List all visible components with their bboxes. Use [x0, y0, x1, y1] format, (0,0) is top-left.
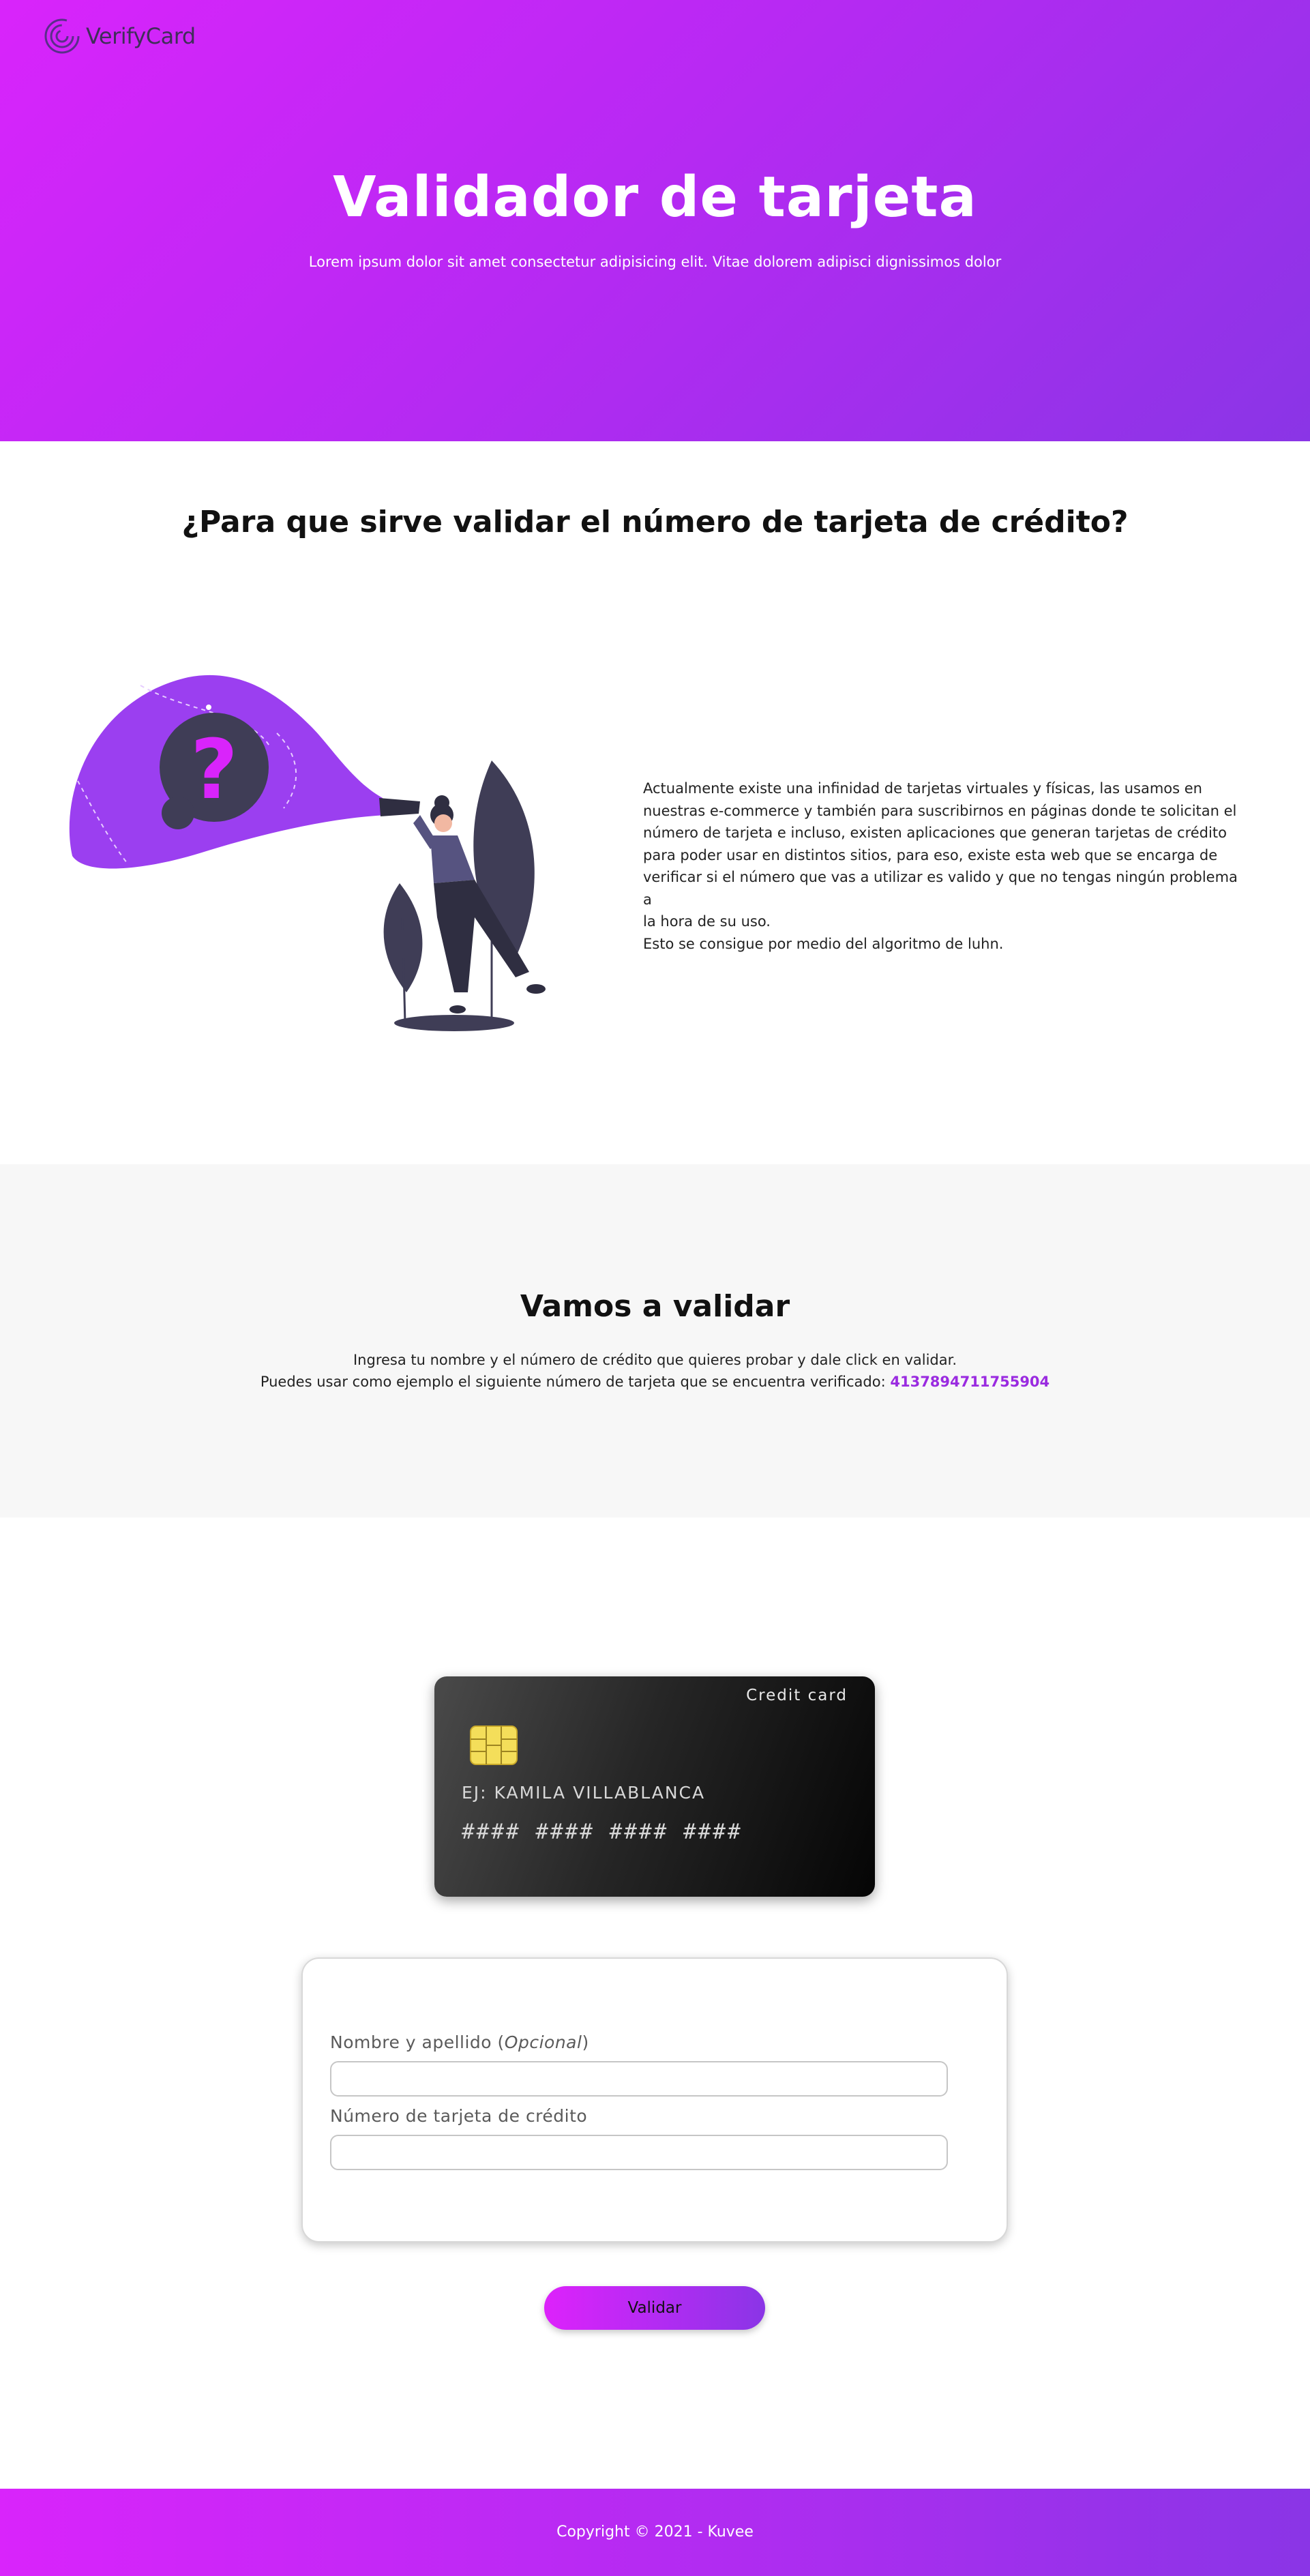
- woman-flashlight-question-illustration: ?: [69, 675, 546, 1031]
- footer-copyright: Copyright © 2021 - Kuvee: [556, 2523, 754, 2541]
- card-chip-icon: [470, 1726, 518, 1765]
- page-title: Validador de tarjeta: [333, 165, 977, 230]
- hero-banner: VerifyCard Validador de tarjeta Lorem ip…: [0, 0, 1310, 441]
- validate-instruction: Ingresa tu nombre y el número de crédito…: [353, 1352, 957, 1368]
- logo[interactable]: VerifyCard: [44, 18, 196, 55]
- why-section-title: ¿Para que sirve validar el número de tar…: [181, 505, 1129, 539]
- name-field-label: Nombre y apellido (Opcional): [330, 2032, 589, 2052]
- spiral-logo-icon: [44, 18, 80, 54]
- why-paragraph-line: la hora de su uso.: [643, 913, 771, 930]
- validate-button[interactable]: Validar: [544, 2286, 765, 2330]
- why-paragraph-line: verificar si el número que vas a utiliza…: [643, 869, 1238, 908]
- card-holder-name: EJ: KAMILA VILLABLANCA: [462, 1783, 706, 1803]
- validate-section-title: Vamos a validar: [520, 1289, 790, 1324]
- footer: Copyright © 2021 - Kuvee: [0, 2489, 1310, 2576]
- example-card-number[interactable]: 4137894711755904: [890, 1374, 1050, 1390]
- why-paragraph-line: Esto se consigue por medio del algoritmo…: [643, 935, 1004, 952]
- why-paragraph: Actualmente existe una infinidad de tarj…: [643, 778, 1243, 955]
- why-paragraph-line: número de tarjeta e incluso, existen apl…: [643, 825, 1227, 841]
- why-paragraph-line: Actualmente existe una infinidad de tarj…: [643, 780, 1202, 797]
- example-prefix: Puedes usar como ejemplo el siguiente nú…: [260, 1374, 891, 1390]
- card-type-label: Credit card: [746, 1687, 848, 1704]
- hero-subtitle: Lorem ipsum dolor sit amet consectetur a…: [308, 254, 1002, 270]
- svg-text:?: ?: [190, 723, 238, 818]
- card-number-field-label: Número de tarjeta de crédito: [330, 2106, 588, 2126]
- validate-example: Puedes usar como ejemplo el siguiente nú…: [0, 1374, 1310, 1390]
- logo-text: VerifyCard: [86, 23, 196, 49]
- validate-section: [0, 1164, 1310, 1518]
- why-paragraph-line: para poder usar en distintos sitios, par…: [643, 846, 1218, 863]
- credit-card-preview: Credit card EJ: KAMILA VILLABLANCA #### …: [434, 1676, 875, 1897]
- why-paragraph-line: nuestras e-commerce y también para suscr…: [643, 802, 1237, 819]
- validation-form: Nombre y apellido (Opcional) Número de t…: [301, 1957, 1008, 2242]
- optional-label: Opcional: [504, 2032, 582, 2052]
- card-number-display: #### #### #### ####: [462, 1820, 743, 1844]
- name-input[interactable]: [330, 2061, 948, 2097]
- card-number-input[interactable]: [330, 2135, 948, 2170]
